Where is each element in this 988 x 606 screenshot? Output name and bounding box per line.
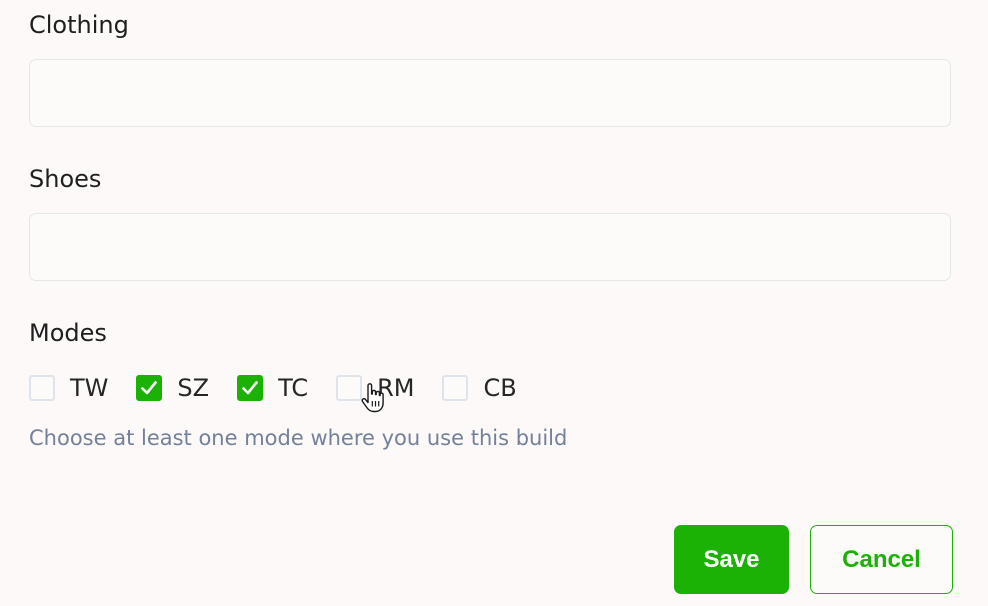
mode-checkbox-rm[interactable] — [336, 375, 363, 401]
mode-option-tw[interactable]: TW — [29, 375, 108, 401]
checkmark-icon — [242, 381, 258, 395]
modes-label: Modes — [29, 319, 107, 347]
modes-checkbox-group: TW SZ TC RM CB — [29, 371, 545, 405]
mode-checkbox-tc[interactable] — [237, 375, 264, 401]
checkmark-icon — [141, 381, 158, 395]
mode-label-tc[interactable]: TC — [278, 376, 308, 400]
shoes-input[interactable] — [29, 213, 951, 281]
mode-checkbox-sz[interactable] — [136, 375, 163, 401]
mode-label-sz[interactable]: SZ — [177, 376, 209, 400]
mode-option-tc[interactable]: TC — [237, 375, 308, 401]
cancel-button[interactable]: Cancel — [810, 525, 953, 594]
mode-option-sz[interactable]: SZ — [136, 375, 209, 401]
mode-checkbox-cb[interactable] — [442, 375, 469, 401]
mode-label-tw[interactable]: TW — [70, 376, 108, 400]
shoes-label: Shoes — [29, 165, 102, 193]
mode-checkbox-tw[interactable] — [29, 375, 55, 401]
hand-pointer-cursor-icon — [360, 383, 388, 413]
save-button[interactable]: Save — [674, 525, 789, 594]
mode-option-cb[interactable]: CB — [442, 375, 517, 401]
modes-helper-text: Choose at least one mode where you use t… — [29, 426, 568, 450]
mode-label-cb[interactable]: CB — [483, 376, 516, 400]
clothing-label: Clothing — [29, 11, 129, 39]
clothing-input[interactable] — [29, 59, 951, 127]
